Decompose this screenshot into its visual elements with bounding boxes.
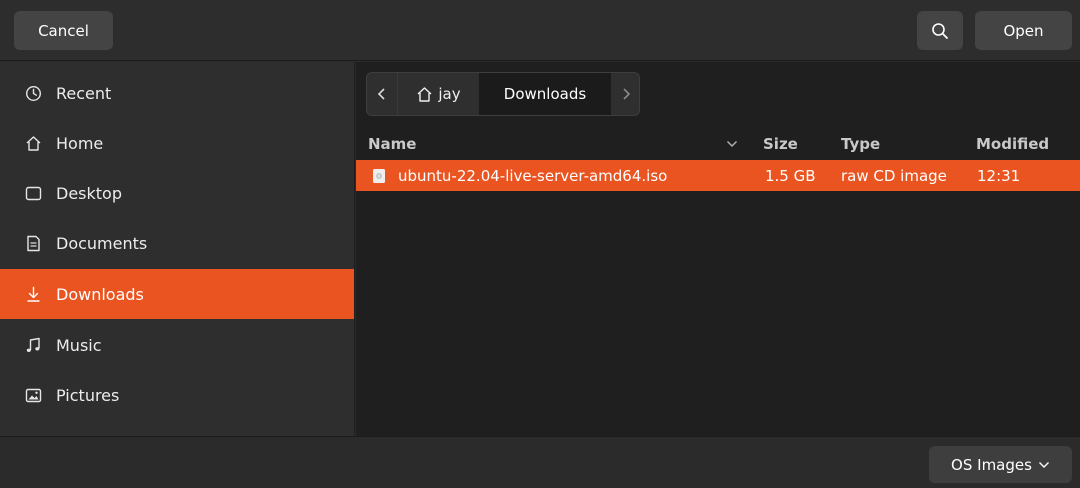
chevron-right-icon (623, 88, 631, 100)
disc-image-file-icon (372, 160, 386, 191)
sidebar-item-label: Downloads (56, 284, 144, 304)
desktop-icon (24, 184, 42, 202)
sidebar-item-documents[interactable]: Documents (0, 218, 354, 268)
sidebar-item-label: Music (56, 335, 102, 355)
sidebar-item-desktop[interactable]: Desktop (0, 168, 354, 218)
file-name: ubuntu-22.04-live-server-amd64.iso (398, 166, 668, 185)
file-filter-dropdown[interactable]: OS Images (929, 446, 1072, 483)
chevron-left-icon (377, 88, 385, 100)
path-segment-downloads[interactable]: Downloads (479, 73, 611, 115)
chevron-down-icon (1038, 461, 1049, 468)
sort-chevron-down-icon[interactable] (726, 132, 738, 156)
column-header-modified[interactable]: Modified (976, 132, 1049, 156)
file-type: raw CD image (841, 166, 947, 185)
sidebar-item-pictures[interactable]: Pictures (0, 370, 354, 420)
clock-icon (24, 84, 42, 102)
file-row[interactable]: ubuntu-22.04-live-server-amd64.iso 1.5 G… (356, 160, 1080, 191)
path-segment-label: Downloads (503, 85, 587, 103)
sidebar-item-label: Documents (56, 233, 148, 253)
home-icon (417, 86, 432, 102)
file-size: 1.5 GB (765, 166, 816, 185)
path-bar: jay Downloads (366, 72, 640, 116)
pictures-icon (24, 386, 42, 404)
column-header-type[interactable]: Type (841, 132, 880, 156)
sidebar-item-recent[interactable]: Recent (0, 68, 354, 118)
sidebar-item-music[interactable]: Music (0, 320, 354, 370)
path-segment-home[interactable]: jay (397, 73, 479, 115)
sidebar-item-label: Home (56, 133, 104, 153)
column-header-name[interactable]: Name (368, 132, 416, 156)
cancel-button[interactable]: Cancel (14, 11, 113, 50)
home-icon (24, 134, 42, 152)
open-button[interactable]: Open (975, 11, 1072, 50)
document-icon (24, 234, 42, 252)
file-filter-label: OS Images (951, 455, 1032, 474)
footer-bar: OS Images (0, 436, 1080, 488)
sidebar-item-label: Desktop (56, 183, 122, 203)
search-icon (932, 22, 948, 39)
path-back-button[interactable] (367, 73, 397, 115)
music-icon (24, 336, 42, 354)
header-bar: Cancel Open (0, 0, 1080, 61)
places-sidebar: Recent Home Desktop Documents Downloads … (0, 62, 355, 436)
column-header-size[interactable]: Size (763, 132, 798, 156)
sidebar-item-downloads[interactable]: Downloads (0, 269, 354, 319)
file-modified: 12:31 (977, 166, 1021, 185)
download-icon (24, 285, 42, 303)
path-forward-button[interactable] (611, 73, 641, 115)
sidebar-item-label: Pictures (56, 385, 120, 405)
file-browser-pane: jay Downloads Name Size Type Modified ub… (356, 62, 1080, 436)
sidebar-item-home[interactable]: Home (0, 118, 354, 168)
search-button[interactable] (917, 11, 963, 50)
sidebar-item-label: Recent (56, 83, 112, 103)
path-segment-label: jay (438, 85, 461, 103)
